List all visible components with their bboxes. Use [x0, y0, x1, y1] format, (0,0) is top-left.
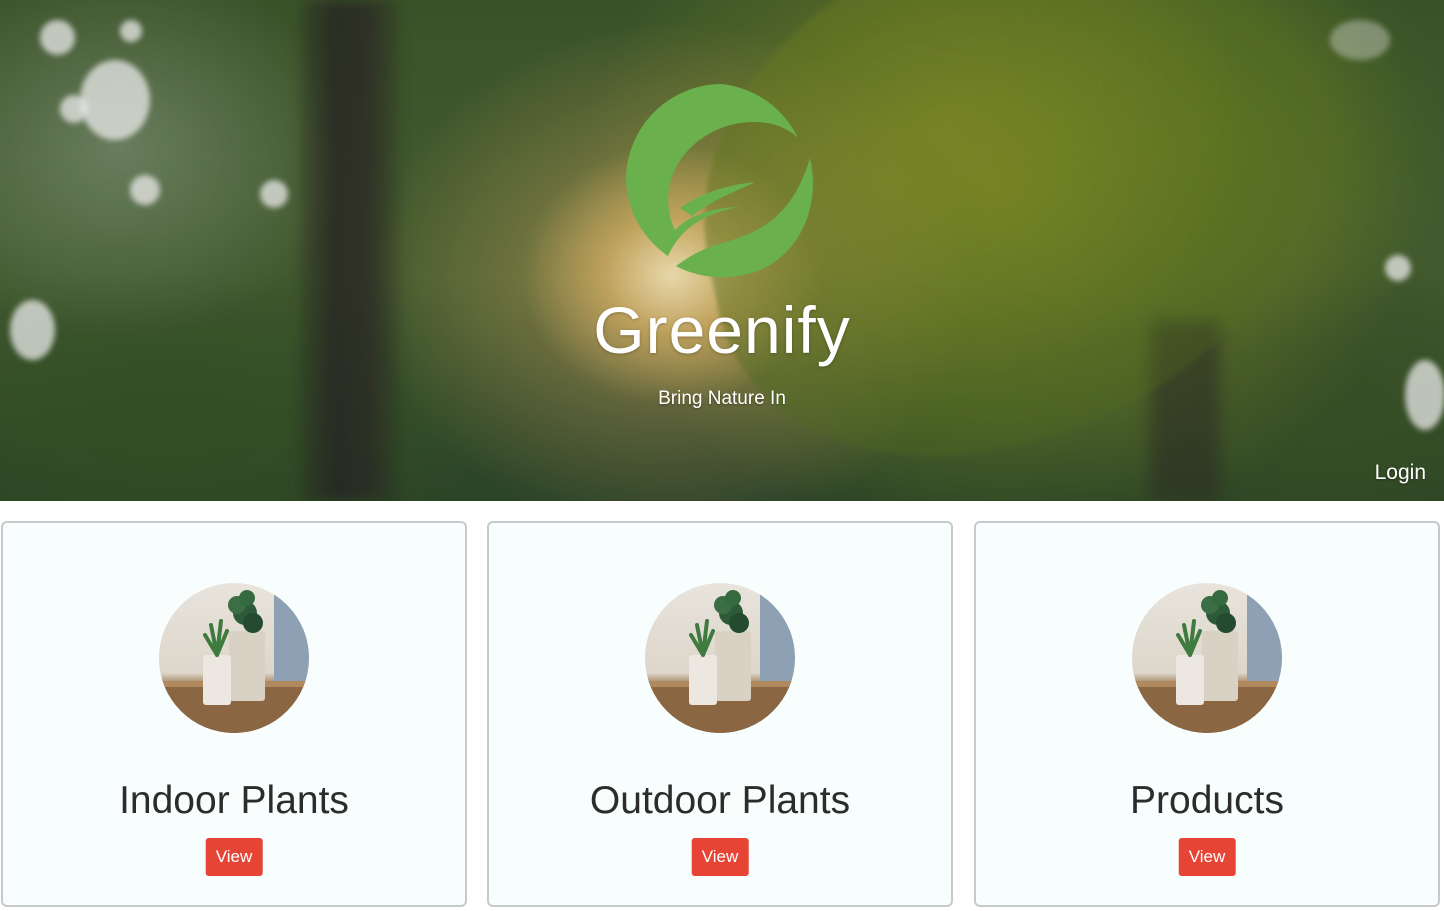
- category-cards: Indoor Plants View Outdoor Plants View P…: [0, 521, 1444, 907]
- view-indoor-plants-button[interactable]: View: [205, 838, 263, 876]
- card-title: Products: [1130, 779, 1284, 822]
- card-title: Outdoor Plants: [589, 779, 851, 822]
- login-link[interactable]: Login: [1375, 461, 1426, 485]
- card-indoor-plants: Indoor Plants View: [1, 521, 467, 907]
- potted-plants-image: [159, 583, 309, 733]
- potted-plants-image: [645, 583, 795, 733]
- site-title: Greenify: [593, 293, 851, 367]
- view-outdoor-plants-button[interactable]: View: [691, 838, 749, 876]
- site-tagline: Bring Nature In: [658, 388, 786, 409]
- card-products: Products View: [974, 521, 1440, 907]
- leaf-circle-icon: [626, 84, 813, 278]
- hero-banner: Greenify Bring Nature In Login: [0, 0, 1444, 501]
- card-outdoor-plants: Outdoor Plants View: [487, 521, 953, 907]
- view-products-button[interactable]: View: [1178, 838, 1236, 876]
- card-title: Indoor Plants: [119, 779, 349, 822]
- potted-plants-image: [1132, 583, 1282, 733]
